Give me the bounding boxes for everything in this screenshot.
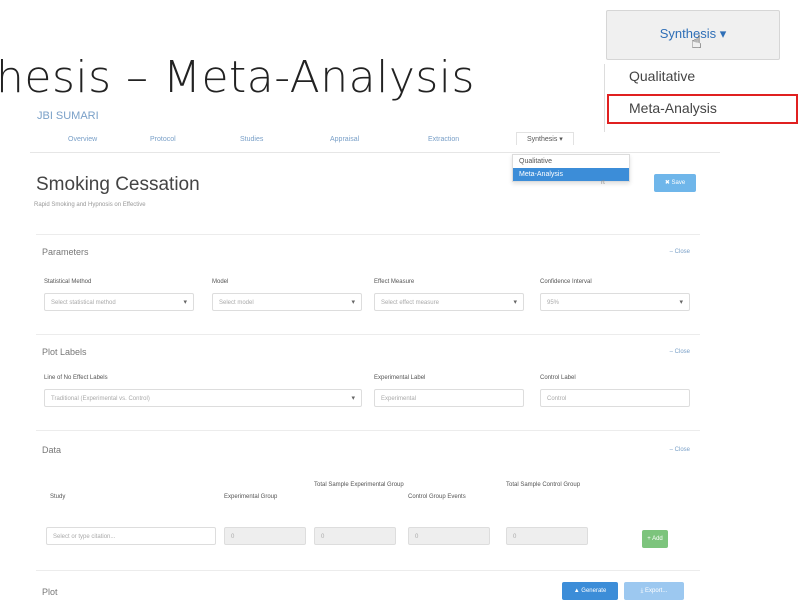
share-button[interactable]: rt <box>594 174 612 192</box>
statistical-method-label: Statistical Method <box>44 279 92 285</box>
brand-logo[interactable]: JBI SUMARI <box>34 110 99 122</box>
page-subtitle: Rapid Smoking and Hypnosis on Effective <box>34 202 146 208</box>
nav-overview[interactable]: Overview <box>68 136 97 143</box>
mini-item-qualitative[interactable]: Qualitative <box>513 155 629 168</box>
confidence-interval-value: 95% <box>547 300 560 306</box>
slide-title: hesis – Meta-Analysis <box>0 52 475 103</box>
synthesis-dropdown-mini: Qualitative Meta-Analysis <box>512 154 630 182</box>
confidence-interval-select[interactable]: 95% ▾ <box>540 293 690 311</box>
plot-labels-panel: Plot Labels – Close Line of No Effect La… <box>36 334 700 431</box>
chevron-down-icon: ▾ <box>679 299 683 306</box>
confidence-interval-label: Confidence Interval <box>540 279 592 285</box>
line-effect-value: Traditional (Experimental vs. Control) <box>51 396 150 402</box>
study-citation-input[interactable]: Select or type citation... <box>46 527 216 545</box>
generate-button[interactable]: ▲ Generate <box>562 582 618 600</box>
navbar: Overview Protocol Studies Appraisal Extr… <box>30 132 720 153</box>
line-effect-label: Line of No Effect Labels <box>44 375 108 381</box>
header-total-sample-exp: Total Sample Experimental Group <box>314 482 404 488</box>
experimental-label-input[interactable]: Experimental <box>374 389 524 407</box>
header-control-events: Control Group Events <box>408 494 466 500</box>
model-select[interactable]: Select model ▾ <box>212 293 362 311</box>
chevron-down-icon: ▾ <box>351 395 355 402</box>
brand-name: JBI <box>37 110 53 122</box>
synthesis-menu: Qualitative Meta-Analysis <box>604 64 799 132</box>
statistical-method-select[interactable]: Select statistical method ▾ <box>44 293 194 311</box>
control-label-label: Control Label <box>540 375 576 381</box>
nav-studies[interactable]: Studies <box>240 136 263 143</box>
parameters-title: Parameters <box>42 247 89 257</box>
nav-extraction[interactable]: Extraction <box>428 136 459 143</box>
statistical-method-placeholder: Select statistical method <box>51 300 116 306</box>
control-events-input[interactable]: 0 <box>408 527 490 545</box>
effect-measure-placeholder: Select effect measure <box>381 300 439 306</box>
line-effect-select[interactable]: Traditional (Experimental vs. Control) ▾ <box>44 389 362 407</box>
data-panel: Data – Close Study Experimental Group To… <box>36 430 700 571</box>
nav-appraisal[interactable]: Appraisal <box>330 136 359 143</box>
effect-measure-select[interactable]: Select effect measure ▾ <box>374 293 524 311</box>
hand-cursor-icon: ☝ <box>691 32 702 52</box>
plot-labels-close-link[interactable]: – Close <box>670 349 690 355</box>
add-row-button[interactable]: + Add <box>642 530 668 548</box>
save-button[interactable]: ✖ Save <box>654 174 696 192</box>
chevron-down-icon: ▾ <box>183 299 187 306</box>
parameters-panel: Parameters – Close Statistical Method Se… <box>36 234 700 335</box>
effect-measure-label: Effect Measure <box>374 279 415 285</box>
nav-synthesis[interactable]: Synthesis ▾ <box>516 132 574 145</box>
header-experimental-group: Experimental Group <box>224 494 278 500</box>
control-label-input[interactable]: Control <box>540 389 690 407</box>
plot-title: Plot <box>42 587 58 597</box>
experimental-group-input[interactable]: 0 <box>224 527 306 545</box>
export-button[interactable]: ⤓ Export... <box>624 582 684 600</box>
model-label: Model <box>212 279 229 285</box>
chevron-down-icon: ▾ <box>351 299 355 306</box>
experimental-label-label: Experimental Label <box>374 375 426 381</box>
header-study: Study <box>50 494 66 500</box>
total-sample-exp-input[interactable]: 0 <box>314 527 396 545</box>
menu-item-qualitative[interactable]: Qualitative <box>629 68 695 84</box>
brand-sub: SUMARI <box>55 110 99 122</box>
page-title: Smoking Cessation <box>36 174 200 195</box>
plot-labels-title: Plot Labels <box>42 347 87 357</box>
synthesis-callout: Synthesis ▾ ☝ Qualitative Meta-Analysis <box>604 10 799 132</box>
nav-protocol[interactable]: Protocol <box>150 136 176 143</box>
app-screenshot: JBI SUMARI Overview Protocol Studies Appr… <box>30 104 720 606</box>
chevron-down-icon: ▾ <box>513 299 517 306</box>
highlight-box <box>607 94 798 124</box>
model-placeholder: Select model <box>219 300 254 306</box>
total-sample-ctrl-input[interactable]: 0 <box>506 527 588 545</box>
parameters-close-link[interactable]: – Close <box>670 249 690 255</box>
data-close-link[interactable]: – Close <box>670 447 690 453</box>
data-title: Data <box>42 445 62 455</box>
header-total-sample-ctrl: Total Sample Control Group <box>506 482 581 488</box>
